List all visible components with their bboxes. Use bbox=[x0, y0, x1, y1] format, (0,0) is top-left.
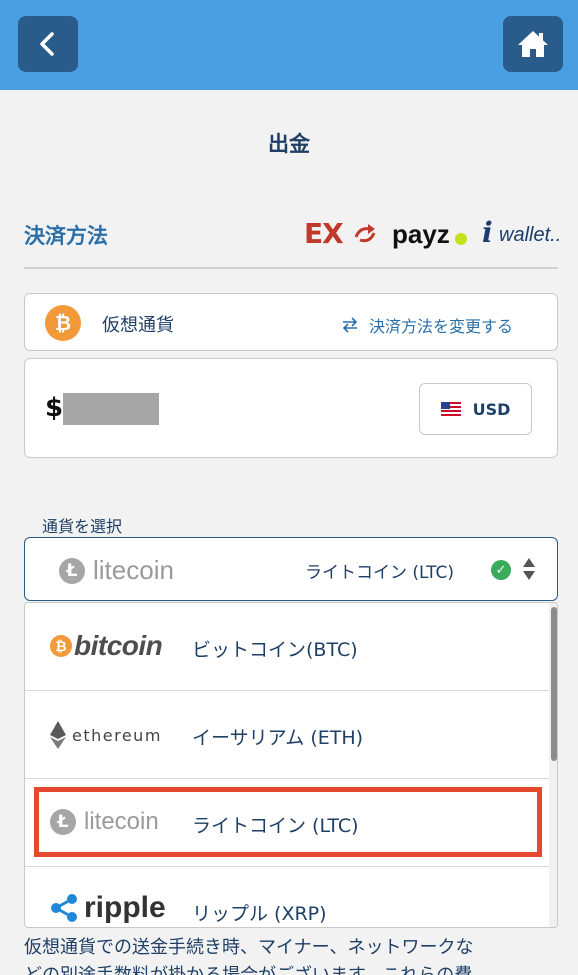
currency-button-label: USD bbox=[472, 399, 511, 419]
section-divider bbox=[24, 267, 558, 269]
withdrawal-fee-notice: 仮想通貨での送金手続き時、マイナー、ネットワークな どの別途手数料が掛かる場合が… bbox=[24, 934, 578, 975]
bitcoin-logo: ₿ bitcoin bbox=[50, 630, 163, 662]
selected-currency-text: ライトコイン (LTC) bbox=[305, 563, 455, 583]
amount-input-box[interactable]: $ USD bbox=[24, 358, 558, 458]
notice-line-2: どの別途手数料が掛かる場合がございます。これらの費 bbox=[24, 962, 578, 975]
litecoin-logo: Ł litecoin bbox=[59, 555, 174, 586]
us-flag-icon bbox=[440, 402, 461, 416]
payz-dot bbox=[455, 233, 467, 245]
ripple-logo: ripple bbox=[50, 891, 166, 925]
ex-arrows-icon bbox=[354, 224, 376, 243]
selected-option-highlight bbox=[34, 787, 542, 857]
ripple-icon bbox=[51, 894, 77, 922]
payment-method-heading: 決済方法 bbox=[24, 224, 108, 248]
currency-button[interactable]: USD bbox=[419, 383, 532, 435]
sort-arrows-icon bbox=[522, 556, 536, 584]
notice-line-1: 仮想通貨での送金手続き時、マイナー、ネットワークな bbox=[24, 937, 474, 958]
currency-dropdown-list: ₿ bitcoin ビットコイン(BTC) ethereum イーサリアム (E… bbox=[24, 602, 558, 928]
currency-option-label: イーサリアム (ETH) bbox=[192, 727, 364, 749]
ethereum-logo: ethereum bbox=[50, 721, 162, 749]
chevron-left-icon bbox=[40, 32, 54, 56]
back-button[interactable] bbox=[18, 16, 78, 72]
currency-option-label: ビットコイン(BTC) bbox=[192, 639, 358, 661]
payment-method-name: 仮想通貨 bbox=[102, 315, 174, 336]
currency-option-btc[interactable]: ₿ bitcoin ビットコイン(BTC) bbox=[25, 603, 549, 691]
litecoin-wordmark: litecoin bbox=[93, 555, 174, 585]
bitcoin-icon: ₿ bbox=[50, 635, 72, 657]
currency-select[interactable]: Ł litecoin ライトコイン (LTC) ✓ bbox=[24, 537, 558, 601]
payment-provider-logos: EX payz i wallet.. bbox=[300, 214, 562, 254]
payment-method-row: ₿ 仮想通貨 決済方法を変更する bbox=[24, 293, 558, 351]
swap-arrows-icon bbox=[342, 317, 358, 333]
page-title: 出金 bbox=[268, 132, 310, 156]
bitcoin-icon: ₿ bbox=[45, 305, 81, 341]
iwallet-i-mark: i bbox=[482, 216, 493, 249]
currency-option-xrp[interactable]: ripple リップル (XRP) bbox=[25, 867, 549, 927]
dropdown-scrollbar-thumb[interactable] bbox=[551, 607, 557, 761]
payz-logo: payz bbox=[392, 219, 450, 249]
change-payment-method-label: 決済方法を変更する bbox=[369, 317, 514, 336]
ripple-wordmark: ripple bbox=[84, 891, 166, 924]
ethereum-icon bbox=[50, 721, 66, 749]
currency-symbol: $ bbox=[45, 393, 64, 423]
top-navigation-bar bbox=[0, 0, 578, 90]
check-circle-icon: ✓ bbox=[491, 560, 511, 580]
home-icon bbox=[518, 31, 548, 57]
iwallet-logo: wallet.. bbox=[499, 224, 562, 246]
ethereum-wordmark: ethereum bbox=[72, 725, 162, 745]
currency-option-eth[interactable]: ethereum イーサリアム (ETH) bbox=[25, 691, 549, 779]
amount-value-masked bbox=[63, 393, 159, 425]
bitcoin-wordmark: bitcoin bbox=[74, 630, 163, 661]
currency-option-label: リップル (XRP) bbox=[192, 903, 327, 925]
litecoin-icon: Ł bbox=[59, 557, 85, 584]
currency-select-label: 通貨を選択 bbox=[42, 517, 123, 536]
home-button[interactable] bbox=[503, 16, 563, 72]
ex-logo: EX bbox=[304, 217, 344, 250]
change-payment-method-link[interactable]: 決済方法を変更する bbox=[341, 313, 513, 337]
